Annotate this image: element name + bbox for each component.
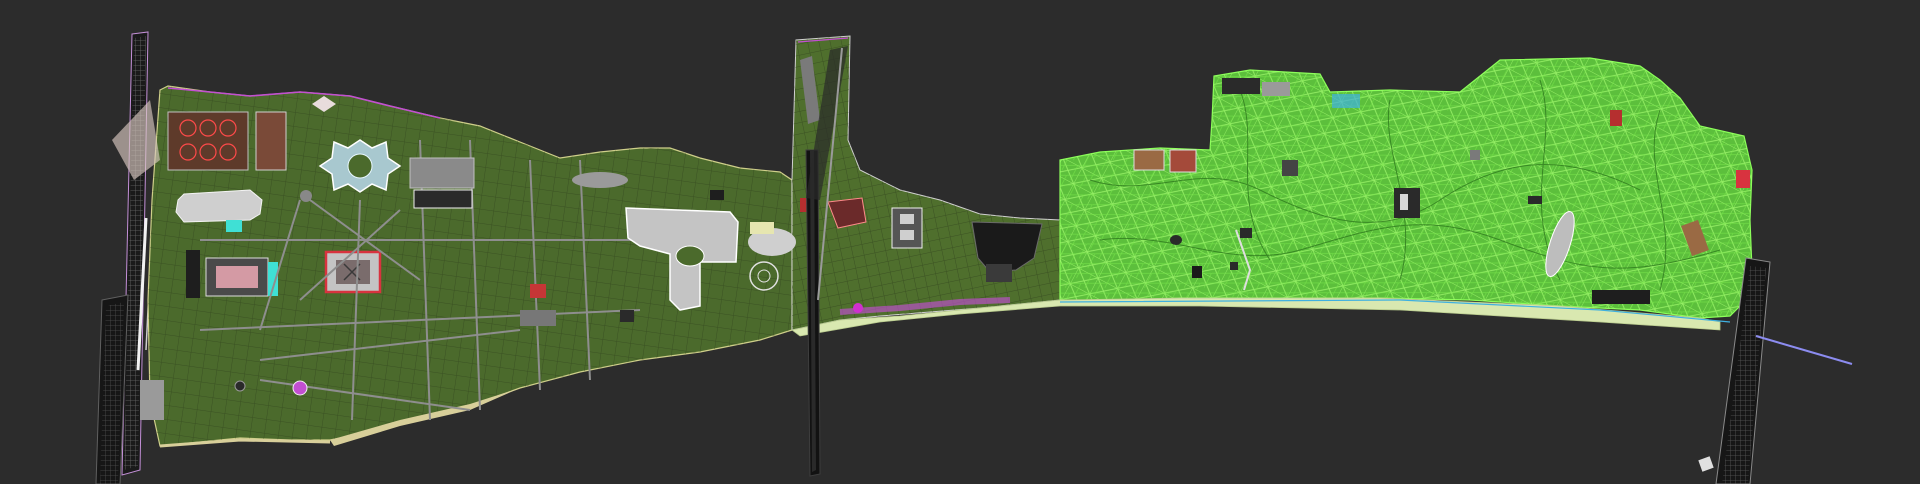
park-map-model[interactable] bbox=[0, 0, 1920, 484]
3d-viewport[interactable] bbox=[0, 0, 1920, 484]
oval-basin bbox=[175, 189, 263, 223]
